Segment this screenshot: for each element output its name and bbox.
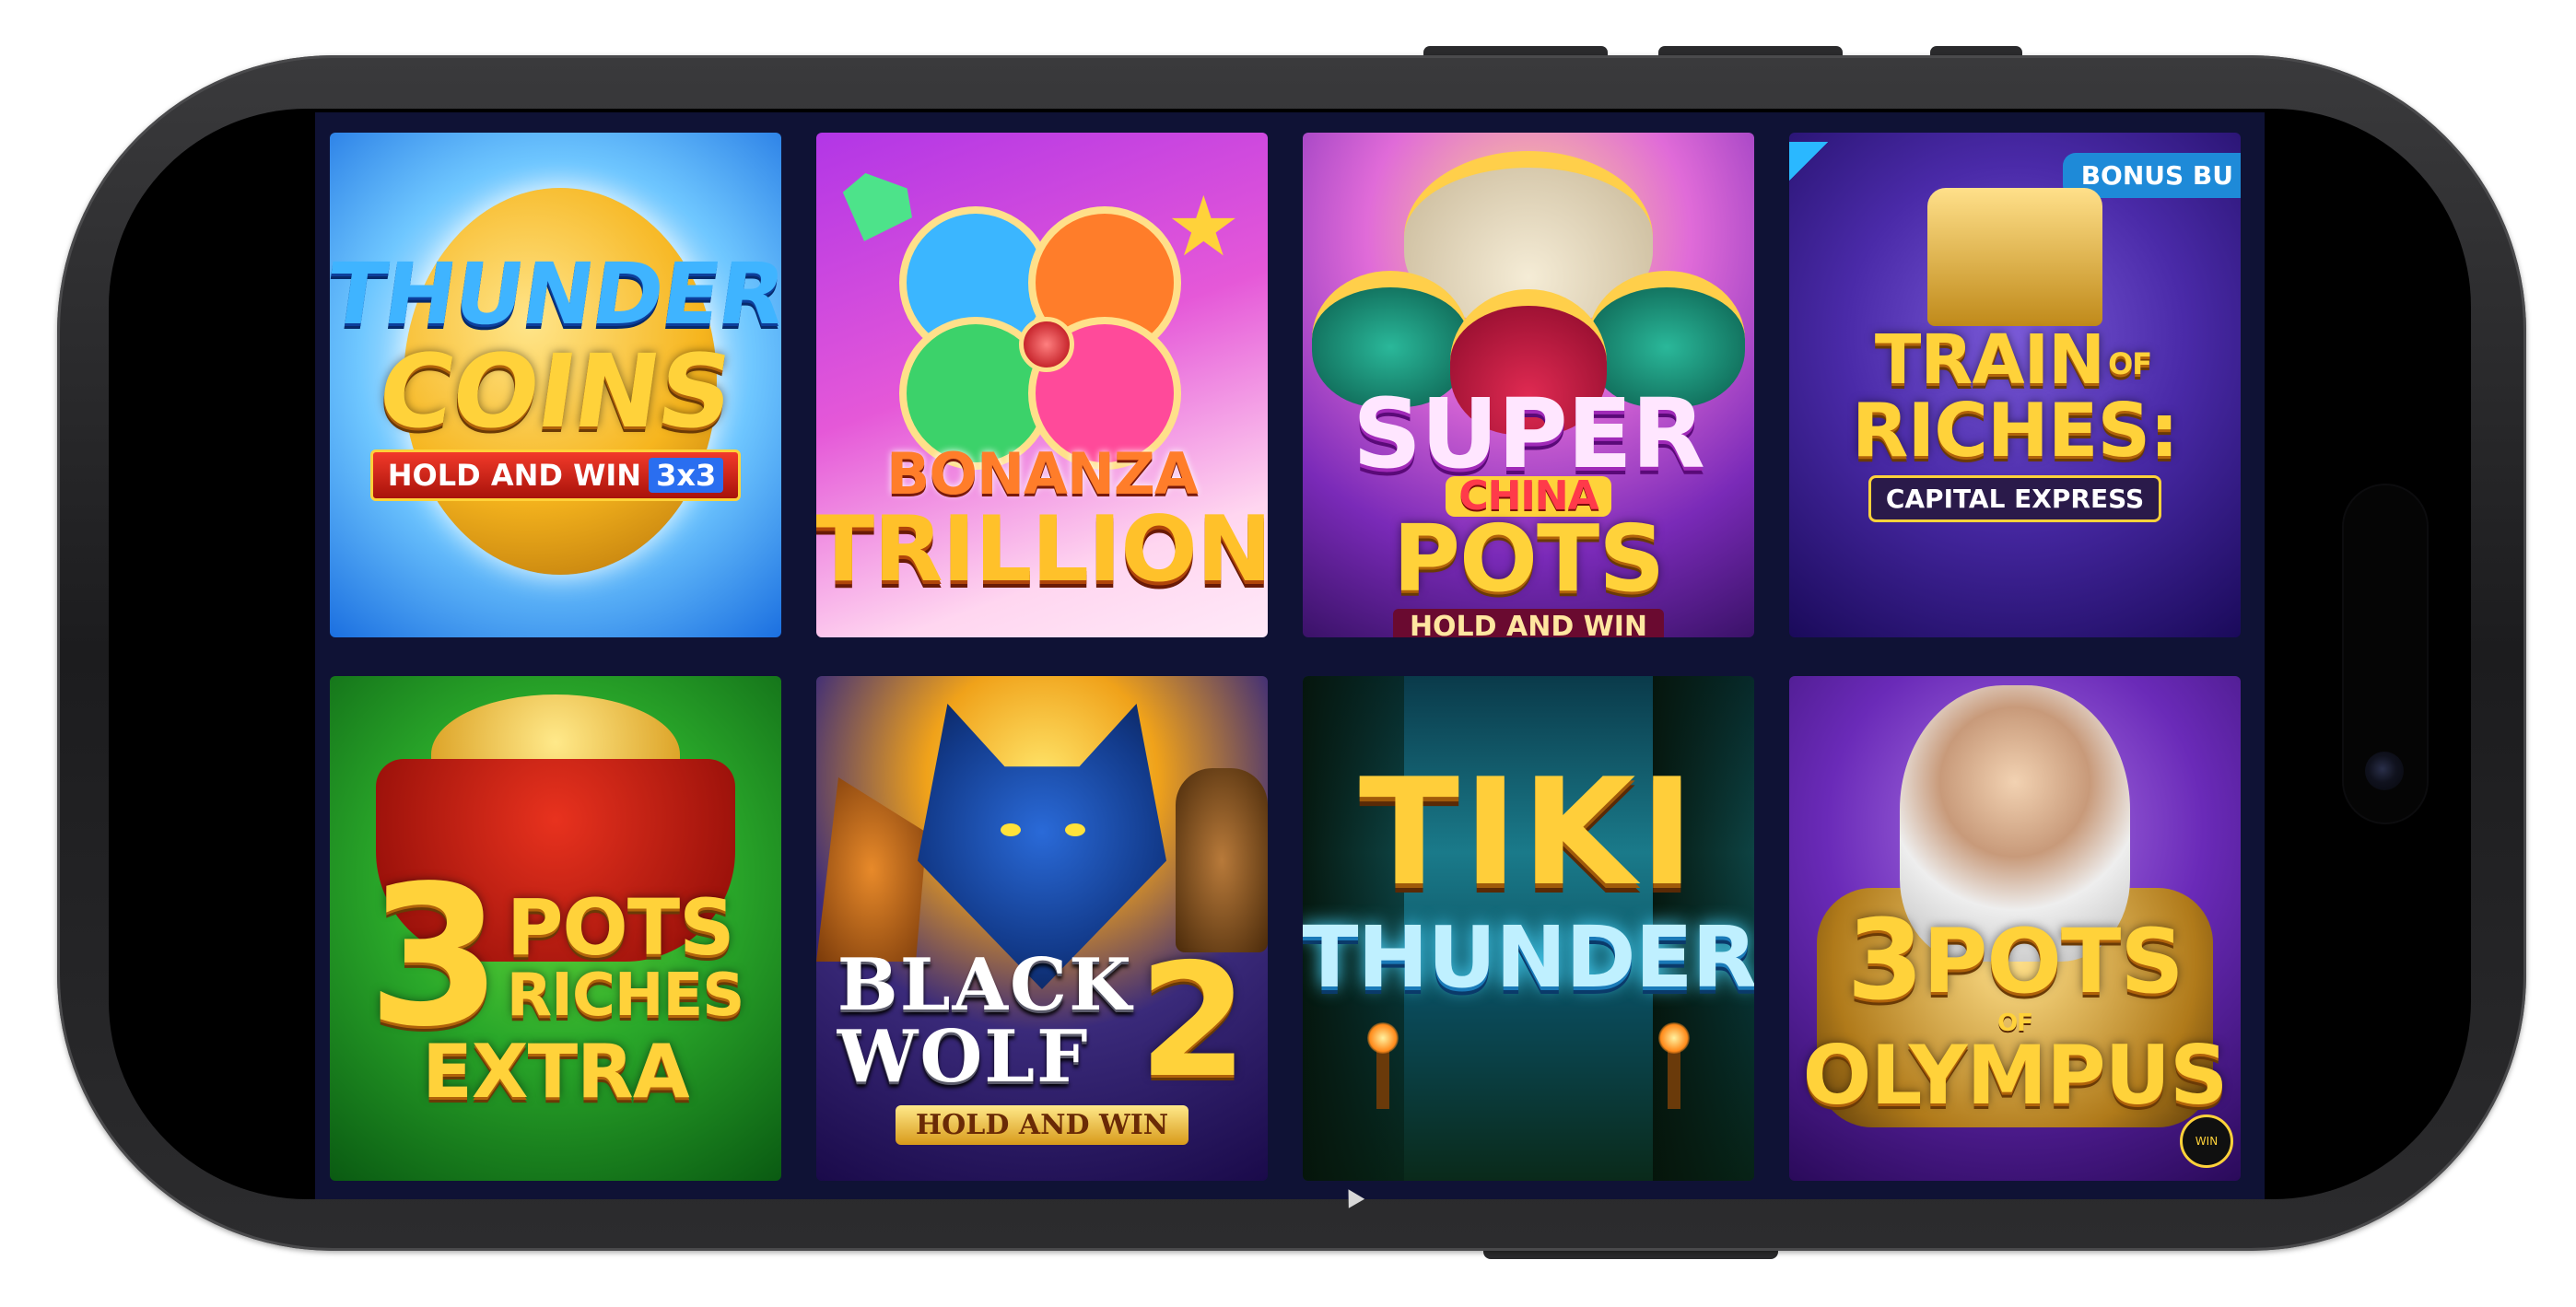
game-title: THUNDER COINS HOLD AND WIN 3x3 [330,245,781,501]
clover-icon [899,206,1181,470]
game-title-line: TRILLION [816,497,1268,602]
game-title: 3 POTS RICHES EXTRA [330,860,781,1109]
game-title-line: WOLF [837,1015,1090,1099]
game-tile-bonanza-trillion[interactable]: ★ BONANZA TRILLION [816,133,1268,637]
game-title-line: SUPER [1352,378,1705,490]
badge-label: HOLD AND WIN [387,458,642,493]
game-grid: THUNDER COINS HOLD AND WIN 3x3 ★ BONANZA … [330,133,2265,1192]
game-tile-tiki-thunder[interactable]: TIKI THUNDER [1303,676,1754,1181]
game-title-line: POTS [1392,505,1666,613]
game-title-line: POTS [506,882,735,973]
hold-and-win-badge: HOLD AND WIN [895,1105,1189,1145]
game-title: BONANZA TRILLION [816,440,1268,602]
game-title-line: BLACK [837,943,1133,1027]
game-title-number: 2 [1138,930,1247,1113]
game-title-line: TRAIN OF [1875,326,2155,394]
game-title-line: THUNDER [1303,908,1754,1007]
game-title-line: BONANZA [886,440,1199,508]
badge-extra: 3x3 [649,458,724,493]
game-title-line: THUNDER [330,245,781,344]
provider-logo-icon [1789,142,1854,206]
game-tile-3-pots-riches-extra[interactable]: 3 POTS RICHES EXTRA [330,676,781,1181]
provider-watermark: WIN [2180,1114,2233,1168]
game-title-number: 3 [1846,897,1923,1025]
camera-icon [2365,752,2404,790]
torch-icon [1658,1022,1690,1109]
game-title-number: 3 [367,844,502,1069]
train-icon [1927,188,2102,326]
hold-and-win-badge: HOLD AND WIN [1392,609,1665,637]
game-tile-3-pots-of-olympus[interactable]: 3 POTS OF OLYMPUS WIN [1789,676,2241,1181]
game-title-line: POTS [1922,910,2184,1013]
game-title: SUPER CHINA POTS HOLD AND WIN [1303,386,1754,637]
game-grid-panel: THUNDER COINS HOLD AND WIN 3x3 ★ BONANZA … [315,112,2265,1199]
torch-icon [1367,1022,1399,1109]
game-title-line: OLYMPUS [1802,1028,2229,1123]
wolf-eye [1001,823,1021,836]
game-title: TIKI THUNDER [1303,759,1754,1000]
owl-icon [1176,768,1268,952]
game-title: TRAIN OF RICHES: CAPITAL EXPRESS [1789,326,2241,522]
game-tile-super-china-pots[interactable]: SUPER CHINA POTS HOLD AND WIN [1303,133,1754,637]
screenshot-stage: THUNDER COINS HOLD AND WIN 3x3 ★ BONANZA … [0,0,2576,1307]
game-title-line: COINS [371,333,740,450]
title-word: OF [2108,346,2152,382]
wolf-eye [1065,823,1085,836]
game-title: 3 POTS OF OLYMPUS [1789,906,2241,1116]
game-tile-train-of-riches[interactable]: BONUS BU TRAIN OF RICHES: CAPITAL EXPRESS [1789,133,2241,637]
game-tile-thunder-coins[interactable]: THUNDER COINS HOLD AND WIN 3x3 [330,133,781,637]
game-title-line: TIKI [1358,746,1699,918]
game-title-line: RICHES: [1851,388,2179,473]
hold-and-win-badge: HOLD AND WIN 3x3 [369,449,742,501]
game-title: BLACK WOLF 2 HOLD AND WIN [816,943,1268,1145]
game-title-line: EXTRA [422,1029,689,1114]
subtitle-badge: CAPITAL EXPRESS [1868,475,2162,522]
game-title-line: RICHES [506,962,744,1030]
game-tile-black-wolf-2[interactable]: BLACK WOLF 2 HOLD AND WIN [816,676,1268,1181]
